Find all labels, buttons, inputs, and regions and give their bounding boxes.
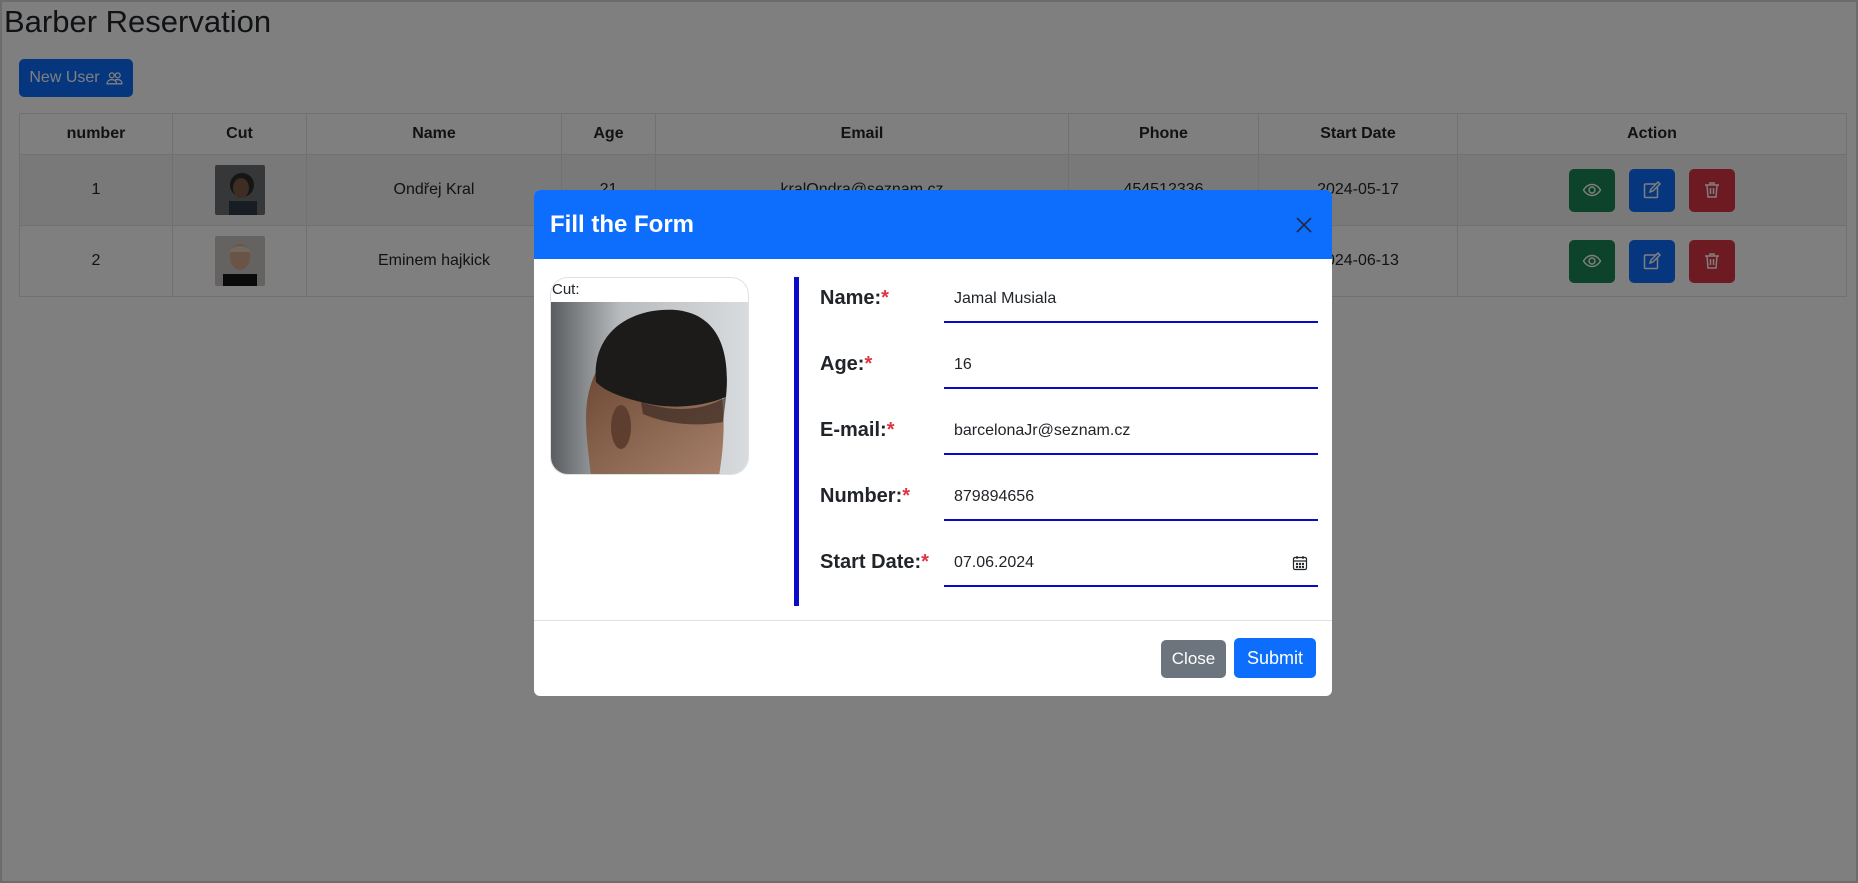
haircut-image xyxy=(551,302,748,474)
modal-header: Fill the Form xyxy=(534,190,1332,259)
start-date-row: Start Date:* 07.06.2024 xyxy=(820,541,1318,587)
form-modal: Fill the Form Cut: Name:* Jamal Musiala … xyxy=(534,190,1332,696)
cut-preview: Cut: xyxy=(550,277,749,475)
form-divider xyxy=(794,277,799,606)
start-date-field[interactable]: 07.06.2024 xyxy=(944,541,1318,587)
email-row: E-mail:* barcelonaJr@seznam.cz xyxy=(820,409,1318,455)
email-value: barcelonaJr@seznam.cz xyxy=(954,422,1131,439)
age-row: Age:* 16 xyxy=(820,343,1318,389)
close-icon[interactable] xyxy=(1292,213,1316,237)
name-label: Name:* xyxy=(820,287,889,309)
modal-footer: Close Submit xyxy=(534,621,1332,695)
name-field[interactable]: Jamal Musiala xyxy=(944,277,1318,323)
calendar-icon[interactable] xyxy=(1292,555,1308,571)
modal-body: Cut: Name:* Jamal Musiala Age:* 16 E-mai… xyxy=(534,259,1332,621)
submit-button[interactable]: Submit xyxy=(1234,638,1316,678)
age-field[interactable]: 16 xyxy=(944,343,1318,389)
age-value: 16 xyxy=(954,356,972,373)
number-row: Number:* 879894656 xyxy=(820,475,1318,521)
name-row: Name:* Jamal Musiala xyxy=(820,277,1318,323)
number-label: Number:* xyxy=(820,485,911,507)
name-value: Jamal Musiala xyxy=(954,290,1057,307)
email-label: E-mail:* xyxy=(820,419,895,441)
close-button[interactable]: Close xyxy=(1161,640,1226,678)
age-label: Age:* xyxy=(820,353,873,375)
modal-title: Fill the Form xyxy=(550,210,694,238)
number-field[interactable]: 879894656 xyxy=(944,475,1318,521)
start-date-value: 07.06.2024 xyxy=(954,554,1035,571)
start-date-label: Start Date:* xyxy=(820,551,929,573)
number-value: 879894656 xyxy=(954,488,1035,505)
email-field[interactable]: barcelonaJr@seznam.cz xyxy=(944,409,1318,455)
cut-label: Cut: xyxy=(552,281,580,298)
